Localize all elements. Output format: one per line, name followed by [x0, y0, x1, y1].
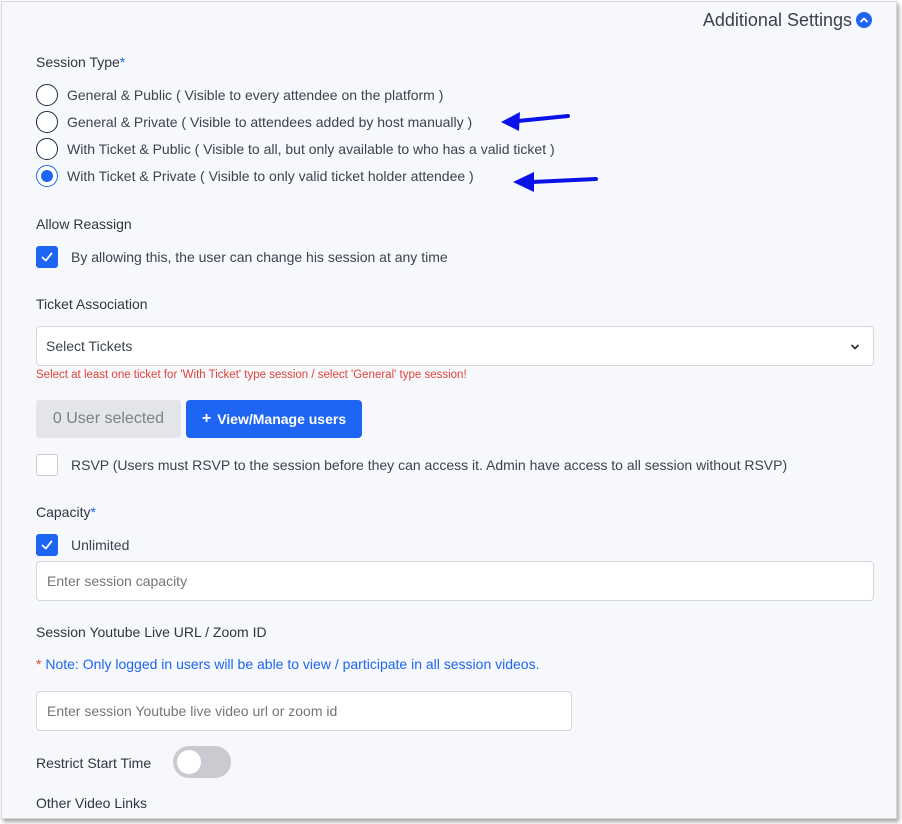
annotation-arrow-icon	[501, 112, 570, 131]
video-url-label: Session Youtube Live URL / Zoom ID	[36, 624, 267, 640]
radio-button[interactable]	[36, 84, 58, 106]
check-icon	[41, 540, 53, 550]
plus-icon: +	[201, 410, 212, 427]
radio-button[interactable]	[36, 138, 58, 160]
allow-reassign-label: Allow Reassign	[36, 216, 132, 232]
radio-general-public[interactable]: General & Public ( Visible to every atte…	[36, 83, 443, 107]
radio-label: With Ticket & Public ( Visible to all, b…	[67, 141, 555, 157]
rsvp-checkbox-row[interactable]: RSVP (Users must RSVP to the session bef…	[36, 454, 787, 476]
note-text: Note: Only logged in users will be able …	[41, 656, 540, 672]
user-selected-count: 0 User selected	[36, 400, 181, 438]
rsvp-text: RSVP (Users must RSVP to the session bef…	[71, 457, 788, 473]
video-url-input[interactable]	[36, 691, 572, 731]
allow-reassign-checkbox[interactable]	[36, 246, 58, 268]
session-type-label: Session Type*	[36, 54, 126, 70]
other-video-links-label: Other Video Links	[36, 795, 148, 811]
allow-reassign-checkbox-row[interactable]: By allowing this, the user can change hi…	[36, 246, 448, 268]
capacity-input[interactable]	[36, 561, 874, 601]
restrict-start-time-label: Restrict Start Time	[36, 755, 152, 771]
video-note: * Note: Only logged in users will be abl…	[36, 656, 540, 672]
ticket-select-value: Select Tickets	[46, 338, 133, 354]
allow-reassign-text: By allowing this, the user can change hi…	[71, 249, 448, 265]
radio-button-selected[interactable]	[36, 165, 58, 187]
restrict-start-time-toggle[interactable]	[173, 746, 231, 778]
required-mark: *	[90, 504, 96, 520]
ticket-association-label: Ticket Association	[36, 296, 148, 312]
radio-label: General & Private ( Visible to attendees…	[67, 114, 473, 130]
radio-label: General & Public ( Visible to every atte…	[67, 87, 444, 103]
unlimited-text: Unlimited	[71, 537, 130, 553]
additional-settings-panel: Additional Settings Session Type* Genera…	[1, 1, 897, 819]
chevron-up-icon[interactable]	[856, 12, 872, 28]
radio-button[interactable]	[36, 111, 58, 133]
unlimited-checkbox-row[interactable]: Unlimited	[36, 534, 129, 556]
annotation-arrow-icon	[513, 172, 598, 192]
radio-ticket-private[interactable]: With Ticket & Private ( Visible to only …	[36, 164, 474, 188]
view-manage-users-button[interactable]: + View/Manage users	[186, 400, 362, 438]
check-icon	[41, 252, 53, 262]
additional-settings-title[interactable]: Additional Settings	[703, 10, 852, 31]
radio-ticket-public[interactable]: With Ticket & Public ( Visible to all, b…	[36, 137, 555, 161]
required-mark: *	[119, 54, 126, 70]
toggle-knob	[177, 750, 201, 774]
radio-general-private[interactable]: General & Private ( Visible to attendees…	[36, 110, 472, 134]
ticket-select[interactable]: Select Tickets	[36, 326, 874, 366]
radio-dot	[41, 170, 53, 182]
view-manage-users-label: View/Manage users	[217, 411, 347, 427]
chevron-down-icon	[851, 344, 859, 350]
ticket-error-message: Select at least one ticket for 'With Tic…	[36, 369, 467, 381]
unlimited-checkbox[interactable]	[36, 534, 58, 556]
capacity-label: Capacity*	[36, 504, 96, 520]
rsvp-checkbox[interactable]	[36, 454, 58, 476]
radio-label: With Ticket & Private ( Visible to only …	[67, 168, 474, 184]
